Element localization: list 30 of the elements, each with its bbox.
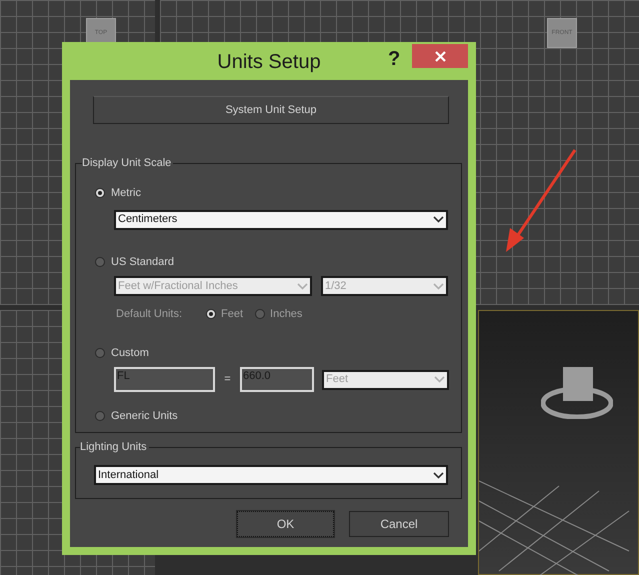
radio-label[interactable]: Custom [111, 344, 149, 361]
dropdown[interactable]: International [94, 465, 448, 485]
dialog-button[interactable]: OK [237, 511, 334, 537]
chevron-down-icon [297, 282, 308, 290]
window-title: Units Setup [217, 50, 321, 75]
chevron-down-icon [434, 376, 445, 383]
close-button[interactable] [412, 44, 468, 68]
radio-button[interactable] [95, 256, 105, 267]
default-units-label: Default Units: [116, 307, 184, 322]
radio-button[interactable] [95, 348, 105, 358]
group-title: Display Unit Scale [82, 156, 174, 170]
radio-button[interactable] [206, 309, 216, 320]
chevron-down-icon [433, 472, 444, 478]
help-button[interactable]: ? [388, 44, 400, 74]
dropdown[interactable]: Centimeters [114, 210, 448, 230]
close-icon [434, 50, 446, 62]
radio-label[interactable]: Feet [221, 306, 244, 322]
radio-label[interactable]: Generic Units [111, 408, 178, 424]
equals-sign: = [223, 372, 232, 388]
dialog-button[interactable]: Cancel [349, 511, 449, 537]
system-unit-setup-button[interactable]: System Unit Setup [93, 96, 449, 124]
radio-button[interactable] [95, 188, 105, 198]
chevron-down-icon [433, 282, 444, 290]
radio-button[interactable] [255, 309, 266, 320]
radio-label[interactable]: Metric [111, 185, 141, 202]
radio-button[interactable] [95, 411, 105, 422]
group-title: Lighting Units [80, 440, 149, 454]
radio-label[interactable]: US Standard [111, 254, 174, 270]
radio-label[interactable]: Inches [270, 306, 302, 322]
chevron-down-icon [433, 216, 444, 223]
